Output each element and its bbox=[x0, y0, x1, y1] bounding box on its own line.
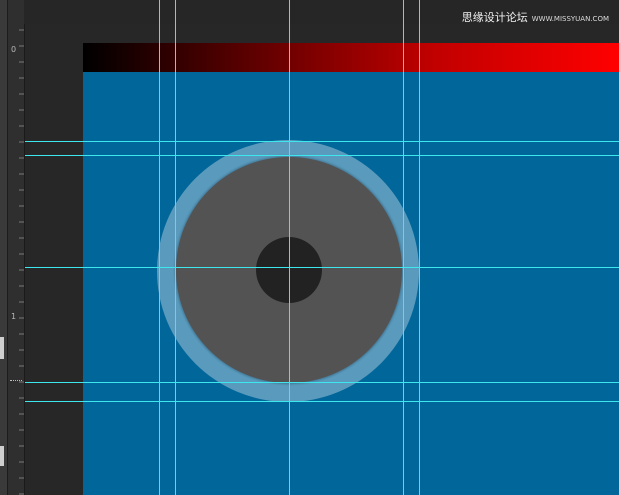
guide-vertical[interactable] bbox=[289, 0, 290, 495]
guide-vertical[interactable] bbox=[403, 0, 404, 495]
guide-horizontal[interactable] bbox=[25, 401, 619, 402]
document-canvas[interactable] bbox=[83, 43, 619, 495]
guide-vertical[interactable] bbox=[159, 0, 160, 495]
gradient-fill bbox=[83, 43, 619, 72]
vertical-ruler[interactable]: 0 1 bbox=[8, 0, 25, 495]
ruler-ticks bbox=[19, 29, 24, 495]
watermark-site: WWW.MISSYUAN.COM bbox=[531, 15, 609, 23]
watermark-logo: 思缘设计论坛 bbox=[461, 11, 528, 24]
guide-horizontal[interactable] bbox=[25, 141, 619, 142]
photoshop-workspace: 0 1 思缘设计论坛 WWW.MISSYUAN.COM bbox=[0, 0, 619, 495]
tool-icon[interactable] bbox=[0, 446, 4, 466]
ruler-dotted-marker bbox=[10, 380, 22, 381]
guide-horizontal[interactable] bbox=[25, 155, 619, 156]
tool-strip bbox=[0, 0, 8, 495]
guide-horizontal[interactable] bbox=[25, 267, 619, 268]
gradient-bar[interactable] bbox=[83, 43, 619, 72]
watermark: 思缘设计论坛 WWW.MISSYUAN.COM bbox=[462, 9, 609, 25]
tool-icon[interactable] bbox=[0, 337, 4, 359]
guide-vertical[interactable] bbox=[419, 0, 420, 495]
guide-horizontal[interactable] bbox=[25, 382, 619, 383]
guide-vertical[interactable] bbox=[175, 0, 176, 495]
